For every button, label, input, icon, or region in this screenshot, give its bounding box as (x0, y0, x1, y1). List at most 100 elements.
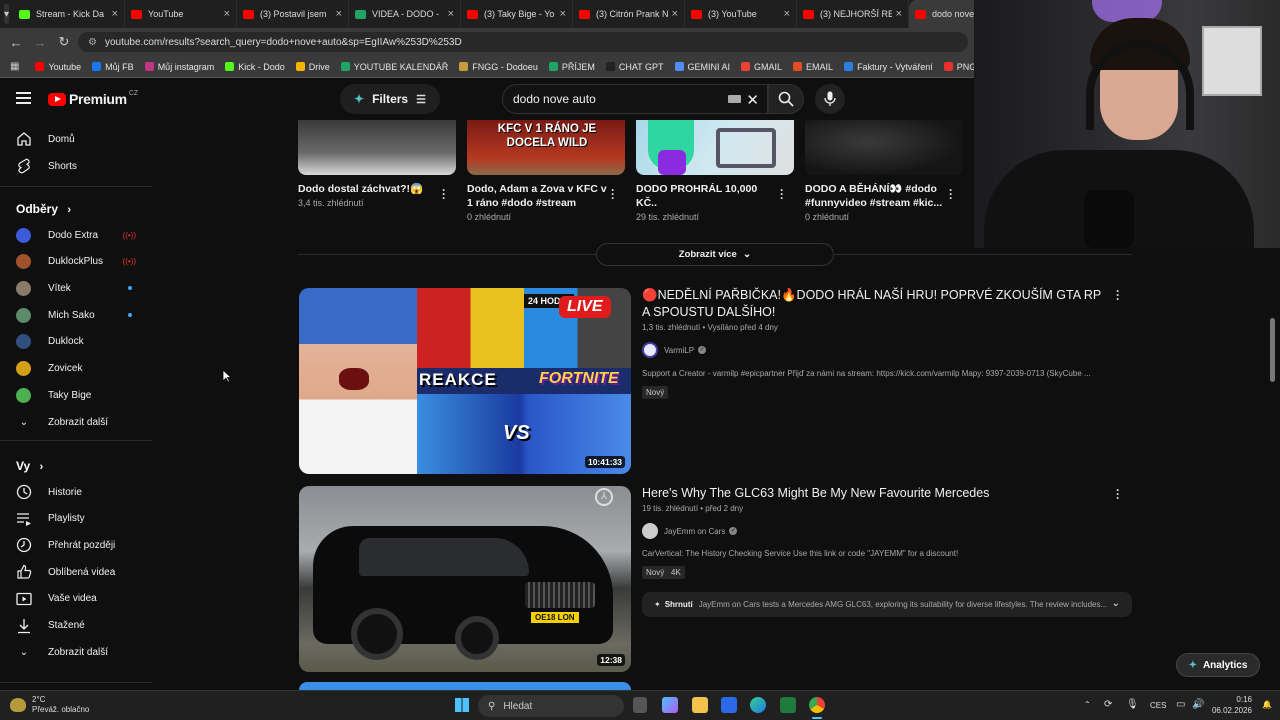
voice-search-button[interactable] (815, 84, 845, 114)
browser-tab[interactable]: (3) Citrón Prank N × (573, 0, 686, 28)
sidebar-item-like[interactable]: Oblíbená videa (0, 559, 150, 585)
menu-icon[interactable] (16, 92, 31, 104)
sidebar-item-your-videos[interactable]: Vaše videa (0, 586, 150, 612)
taskbar-search[interactable]: ⚲ Hledat (478, 695, 624, 717)
sidebar-item-channel[interactable]: DuklockPlus ((•)) (0, 249, 150, 275)
bookmark-item[interactable]: GEMINI AI (674, 62, 730, 72)
short-thumbnail[interactable] (805, 120, 963, 175)
bookmark-item[interactable]: Youtube (35, 62, 81, 72)
channel-avatar[interactable] (642, 523, 658, 539)
bookmark-item[interactable]: CHAT GPT (605, 62, 664, 72)
back-button[interactable]: ← (4, 35, 28, 50)
excel-icon[interactable] (780, 697, 796, 713)
bookmark-item[interactable]: FNGG - Dodoeu (459, 62, 538, 72)
sidebar-item-channel[interactable]: Duklock (0, 329, 150, 355)
show-more-button[interactable]: Zobrazit více ⌄ (596, 243, 834, 266)
input-language[interactable]: CES (1150, 701, 1166, 710)
you-show-more[interactable]: ⌄ Zobrazit další (0, 639, 150, 665)
tab-close-icon[interactable]: × (448, 8, 454, 20)
channel-link[interactable]: VarmiLP ✓ (642, 342, 707, 358)
chrome-icon[interactable] (809, 697, 825, 713)
short-card[interactable]: DODO A BĚHÁNÍ👀 #dodo #funnyvideo #stream… (805, 120, 963, 222)
short-title[interactable]: Dodo dostal záchvat?!😱 (298, 182, 438, 196)
subscriptions-heading[interactable]: Odběry › (16, 202, 71, 216)
short-thumbnail[interactable] (298, 120, 456, 175)
sidebar-item-channel[interactable]: Dodo Extra ((•)) (0, 222, 150, 248)
bookmark-item[interactable]: Kick - Dodo (225, 62, 285, 72)
bookmark-item[interactable]: Drive (295, 62, 330, 72)
bookmark-item[interactable]: Můj FB (92, 62, 134, 72)
scrollbar-thumb[interactable] (1270, 318, 1275, 382)
edge-icon[interactable] (750, 697, 766, 713)
short-menu-icon[interactable]: · · · (780, 184, 786, 204)
reload-button[interactable]: ↻ (52, 34, 76, 50)
youtube-premium-logo[interactable]: Premium CZ (48, 90, 138, 107)
keyboard-icon[interactable] (728, 95, 741, 103)
network-icon[interactable]: ▭ (1176, 699, 1185, 710)
start-button[interactable] (455, 698, 469, 712)
bookmark-item[interactable]: PŘÍJEM (548, 62, 595, 72)
forward-button[interactable]: → (28, 35, 52, 50)
tab-search-button[interactable]: ▾ (4, 4, 10, 24)
notifications-icon[interactable]: 🔔 (1262, 700, 1272, 709)
analytics-button[interactable]: ✦ Analytics (1176, 653, 1260, 677)
you-heading[interactable]: Vy › (16, 459, 43, 473)
tab-close-icon[interactable]: × (560, 8, 566, 20)
tab-close-icon[interactable]: × (672, 8, 678, 20)
sidebar-item-home[interactable]: Domů (0, 126, 150, 152)
next-video-thumbnail[interactable] (299, 682, 631, 690)
search-input[interactable]: dodo nove auto ✕ (502, 84, 768, 114)
outlook-icon[interactable] (721, 697, 737, 713)
short-menu-icon[interactable]: · · · (442, 184, 448, 204)
browser-tab[interactable]: YouTube × (125, 0, 238, 28)
sidebar-item-history[interactable]: Historie (0, 479, 150, 505)
short-thumbnail[interactable]: KFC V 1 RÁNO JE DOCELA WILD (467, 120, 625, 175)
microphone-tray-icon[interactable]: 🎙 (1126, 699, 1139, 710)
video-thumbnail[interactable]: OE18 LON ⅄ 12:38 (299, 486, 631, 672)
url-field[interactable]: ⚙ youtube.com/results?search_query=dodo+… (78, 32, 968, 52)
short-thumbnail[interactable] (636, 120, 794, 175)
short-title[interactable]: DODO PROHRÁL 10,000 KČ.. (636, 182, 776, 210)
sidebar-item-channel[interactable]: Mich Sako (0, 302, 150, 328)
tray-overflow-icon[interactable]: ⌃ (1084, 700, 1091, 709)
browser-tab[interactable]: (3) YouTube × (685, 0, 798, 28)
bookmark-item[interactable]: Faktury - Vytváření (844, 62, 933, 72)
file-explorer-icon[interactable] (692, 697, 708, 713)
channel-name[interactable]: JayEmm on Cars (664, 527, 725, 536)
channel-avatar[interactable] (642, 342, 658, 358)
site-info-icon[interactable]: ⚙ (88, 37, 97, 48)
sidebar-item-channel[interactable]: Taky Bige (0, 382, 150, 408)
browser-tab[interactable]: Stream - Kick Da × (13, 0, 126, 28)
video-title[interactable]: 🔴NEDĚLNÍ PAŘBIČKA!🔥DODO HRÁL NAŠÍ HRU! P… (642, 287, 1102, 321)
short-menu-icon[interactable]: · · · (611, 184, 617, 204)
ai-summary[interactable]: ✦ Shrnutí JayEmm on Cars tests a Mercede… (642, 592, 1132, 617)
bookmark-item[interactable]: EMAIL (793, 62, 833, 72)
short-title[interactable]: DODO A BĚHÁNÍ👀 #dodo #funnyvideo #stream… (805, 182, 945, 210)
sidebar-item-playlist[interactable]: Playlisty (0, 506, 150, 532)
bookmark-item[interactable]: GMAIL (741, 62, 782, 72)
bookmark-item[interactable]: YOUTUBE KALENDÁŘ (340, 62, 448, 72)
tab-close-icon[interactable]: × (112, 8, 118, 20)
short-menu-icon[interactable]: · · · (949, 184, 955, 204)
tab-close-icon[interactable]: × (224, 8, 230, 20)
volume-icon[interactable]: 🔊 (1192, 699, 1204, 710)
weather-widget[interactable]: 2°C Převáž. oblačno (10, 695, 89, 715)
copilot-icon[interactable] (662, 697, 678, 713)
channel-link[interactable]: JayEmm on Cars ✓ (642, 523, 738, 539)
tab-close-icon[interactable]: × (784, 8, 790, 20)
tab-close-icon[interactable]: × (896, 8, 902, 20)
search-button[interactable] (768, 84, 804, 114)
browser-tab[interactable]: (3) Postavil jsem × (237, 0, 350, 28)
short-card[interactable]: KFC V 1 RÁNO JE DOCELA WILD Dodo, Adam a… (467, 120, 625, 222)
clear-search-icon[interactable]: ✕ (746, 91, 759, 109)
sidebar-item-shorts[interactable]: Shorts (0, 153, 150, 179)
sidebar-item-channel[interactable]: Zovicek (0, 356, 150, 382)
subscriptions-show-more[interactable]: ⌄ Zobrazit další (0, 409, 150, 435)
chevron-down-icon[interactable]: ⌄ (1112, 598, 1120, 609)
task-view-icon[interactable] (633, 697, 647, 713)
apps-icon[interactable]: ▦ (10, 61, 19, 72)
video-thumbnail[interactable]: 24 HODIN LIVE REAKCE FORTNITE VS 10:41:3… (299, 288, 631, 474)
video-menu-icon[interactable]: · · · (1116, 285, 1122, 305)
filters-button[interactable]: ✦ Filters ☰ (340, 84, 440, 114)
sidebar-item-watch-later[interactable]: Přehrát později (0, 532, 150, 558)
